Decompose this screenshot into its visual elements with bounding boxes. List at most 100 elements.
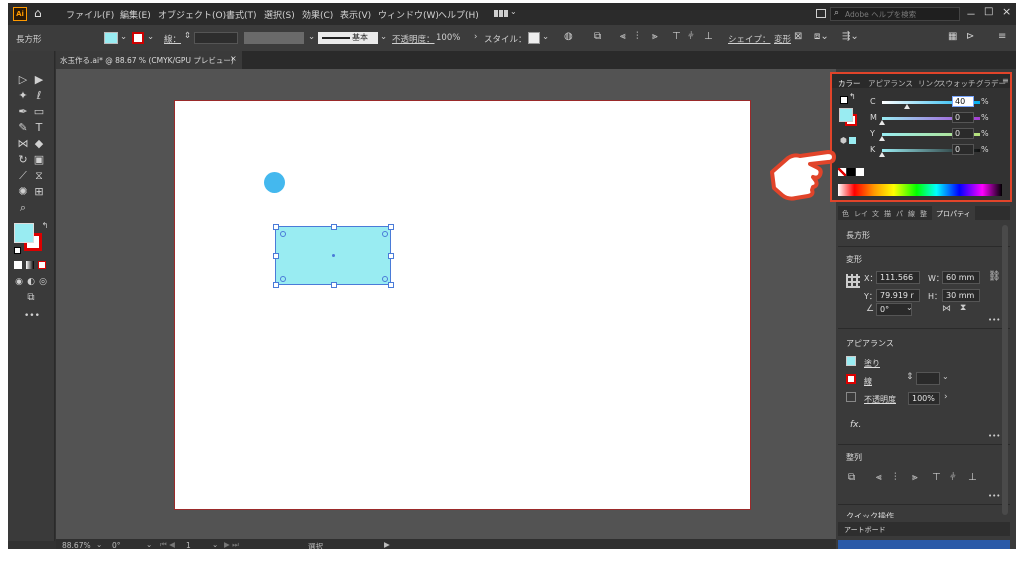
- magic-wand-tool-icon[interactable]: ✦: [16, 89, 30, 103]
- isolate-icon[interactable]: ⊠: [794, 31, 802, 42]
- tab-stroke[interactable]: 線: [908, 209, 915, 219]
- type-tool-icon[interactable]: T: [32, 121, 46, 135]
- selection-handle[interactable]: [273, 282, 279, 288]
- default-colors-icon[interactable]: [14, 247, 21, 254]
- panel-fill-swatch[interactable]: [839, 108, 853, 122]
- slider-magenta[interactable]: M 0 %: [832, 112, 1010, 126]
- chevron-right-icon[interactable]: ›: [944, 392, 948, 402]
- document-tab[interactable]: 水玉作る.ai* @ 88.67 % (CMYK/GPU プレビュー) ×: [56, 51, 242, 69]
- close-icon[interactable]: ×: [1002, 5, 1011, 18]
- color-mode-icon[interactable]: [14, 261, 22, 269]
- chevron-down-icon[interactable]: ⌄: [146, 540, 152, 549]
- chevron-right-icon[interactable]: ›: [474, 32, 477, 42]
- selection-handle[interactable]: [388, 282, 394, 288]
- stroke-label[interactable]: 線：: [164, 33, 181, 45]
- tab-pathfinder[interactable]: パ: [896, 209, 903, 219]
- screen-mode-icon[interactable]: ⧉: [24, 291, 38, 305]
- opacity-label[interactable]: 不透明度: [864, 394, 896, 405]
- more-options-icon[interactable]: •••: [988, 432, 1000, 440]
- artboard-number[interactable]: 1: [186, 541, 191, 549]
- stroke-weight-field[interactable]: [916, 372, 940, 385]
- menu-edit[interactable]: 編集(E): [120, 8, 151, 21]
- white-color-swatch[interactable]: [856, 168, 864, 176]
- help-search-box[interactable]: ⌕ Adobe ヘルプを検索: [830, 7, 960, 21]
- panel-menu-icon[interactable]: ≡: [1002, 76, 1009, 85]
- corner-widget[interactable]: [280, 276, 286, 282]
- corner-widget[interactable]: [280, 231, 286, 237]
- width-tool-icon[interactable]: ⋈: [16, 137, 30, 151]
- width-field[interactable]: 60 mm: [942, 271, 980, 284]
- fill-label[interactable]: 塗り: [864, 358, 880, 369]
- tab-artboards[interactable]: アートボード: [844, 525, 886, 535]
- menu-select[interactable]: 選択(S): [264, 8, 295, 21]
- home-icon[interactable]: ⌂: [34, 6, 42, 20]
- first-artboard-icon[interactable]: ⏮ ◀: [160, 540, 175, 549]
- free-transform-tool-icon[interactable]: ▣: [32, 153, 46, 167]
- close-tab-icon[interactable]: ×: [230, 54, 237, 63]
- opacity-field[interactable]: 100%: [908, 392, 940, 405]
- fill-swatch[interactable]: [104, 32, 118, 44]
- chevron-down-icon[interactable]: ⌄: [147, 32, 154, 42]
- magenta-value-field[interactable]: 0: [952, 112, 974, 123]
- tab-align[interactable]: 整: [920, 209, 927, 219]
- magenta-thumb[interactable]: [879, 120, 885, 125]
- tab-character[interactable]: 文: [872, 209, 879, 219]
- chevron-down-icon[interactable]: ⌄: [542, 32, 549, 42]
- fx-button[interactable]: fx.: [850, 420, 861, 430]
- yellow-value-field[interactable]: 0: [952, 128, 974, 139]
- align-center-icon[interactable]: ⫶: [636, 31, 639, 42]
- variable-width-field[interactable]: [244, 32, 304, 44]
- grid-view-icon[interactable]: ▦: [948, 31, 957, 42]
- appearance-stroke-swatch[interactable]: [846, 374, 856, 384]
- menu-view[interactable]: 表示(V): [340, 8, 371, 21]
- stroke-swatch[interactable]: [132, 32, 144, 44]
- align-middle-icon[interactable]: ⫩: [950, 472, 956, 483]
- more-options-icon[interactable]: •••: [988, 316, 1000, 324]
- align-bottom-icon[interactable]: ⊥: [704, 31, 713, 42]
- selection-handle[interactable]: [273, 253, 279, 259]
- align-to-icon[interactable]: ⧉: [594, 31, 601, 42]
- blue-circle[interactable]: [264, 172, 285, 193]
- y-field[interactable]: 79.919 r: [876, 289, 920, 302]
- appearance-fill-swatch[interactable]: [846, 356, 856, 366]
- draw-inside-icon[interactable]: ◎: [36, 275, 50, 289]
- tab-properties[interactable]: プロパティ: [932, 206, 975, 220]
- tab-layers[interactable]: レイ: [854, 209, 868, 219]
- black-thumb[interactable]: [879, 152, 885, 157]
- panel-options-icon[interactable]: ⊳: [966, 31, 974, 42]
- brush-style-field[interactable]: 基本: [318, 32, 378, 44]
- status-menu-icon[interactable]: ▶: [384, 540, 390, 549]
- canvas-area[interactable]: [56, 69, 836, 549]
- shape-label[interactable]: シェイプ：: [728, 33, 771, 45]
- selection-handle[interactable]: [331, 282, 337, 288]
- align-left-icon[interactable]: ⫷: [876, 472, 882, 483]
- black-color-swatch[interactable]: [847, 168, 855, 176]
- constrain-proportions-icon[interactable]: ⛓: [988, 271, 1001, 282]
- blend-tool-icon[interactable]: ⧖: [32, 169, 46, 183]
- stroke-stepper-icon[interactable]: ⇕: [906, 372, 914, 382]
- more-tools-icon[interactable]: •••: [24, 309, 40, 323]
- align-right-icon[interactable]: ⫸: [912, 472, 918, 483]
- align-to-icon[interactable]: ⧉: [848, 472, 855, 483]
- recolor-icon[interactable]: ◍: [564, 31, 573, 42]
- transform-label[interactable]: 変形: [774, 33, 791, 45]
- chevron-down-icon[interactable]: ⌄: [212, 540, 218, 549]
- cyan-value-field[interactable]: 40: [952, 96, 974, 107]
- black-value-field[interactable]: 0: [952, 144, 974, 155]
- gradient-mode-icon[interactable]: [26, 261, 34, 269]
- arrange-icon[interactable]: ⧈⌄: [814, 31, 829, 42]
- menu-window[interactable]: ウィンドウ(W): [378, 8, 439, 21]
- align-top-icon[interactable]: ⊤: [672, 31, 681, 42]
- selection-handle[interactable]: [388, 253, 394, 259]
- align-left-icon[interactable]: ⫷: [620, 31, 626, 42]
- rectangle-tool-icon[interactable]: ▭: [32, 105, 46, 119]
- eraser-tool-icon[interactable]: ◆: [32, 137, 46, 151]
- align-center-icon[interactable]: ⫶: [894, 472, 897, 483]
- maximize-icon[interactable]: □: [984, 6, 993, 17]
- slider-yellow[interactable]: Y 0 %: [832, 128, 1010, 142]
- opacity-label[interactable]: 不透明度：: [392, 33, 435, 45]
- opacity-value[interactable]: 100%: [436, 33, 460, 43]
- tab-color[interactable]: カラー: [838, 78, 861, 89]
- selection-tool-icon[interactable]: ▷: [16, 73, 30, 87]
- properties-scrollbar[interactable]: [1002, 225, 1008, 515]
